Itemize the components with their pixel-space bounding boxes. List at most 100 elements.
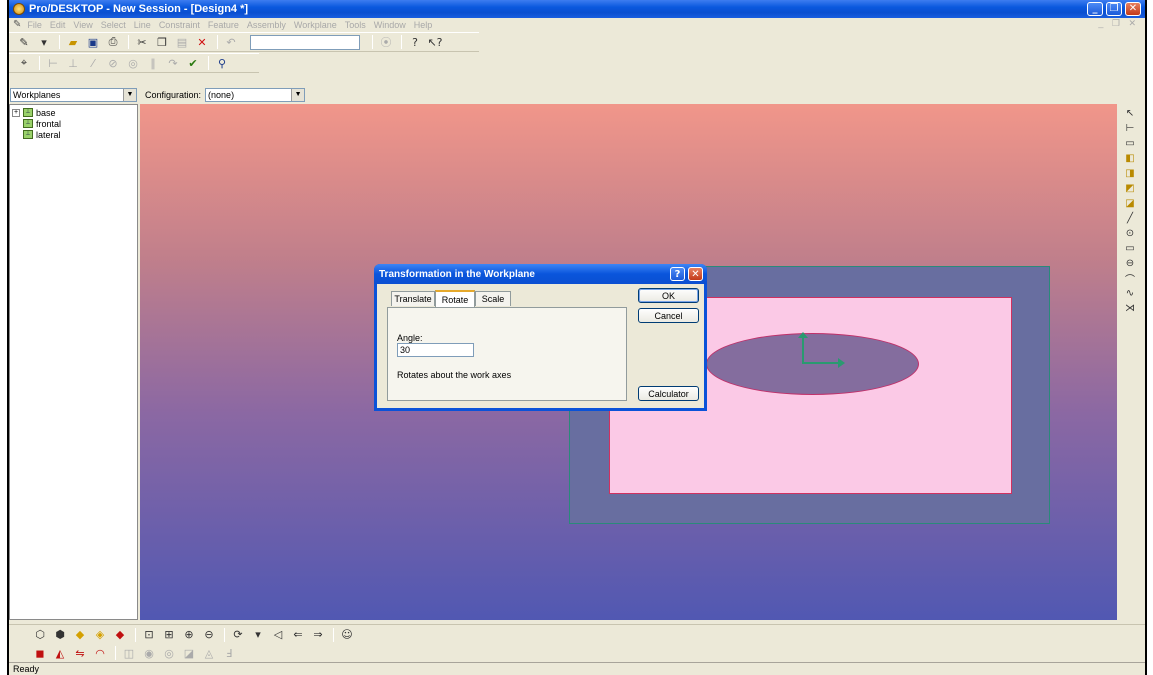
menu-tools[interactable]: Tools	[345, 20, 366, 30]
circle-tool-icon[interactable]: ⊙	[1121, 226, 1139, 241]
hole-icon[interactable]: Ⅎ	[220, 645, 238, 661]
menu-file[interactable]: File	[27, 20, 42, 30]
shaded-solid-icon[interactable]: ◈	[91, 627, 109, 643]
close-button[interactable]: ✕	[1125, 2, 1141, 16]
record-icon[interactable]: ⦿	[377, 34, 395, 50]
circle-tool-icon[interactable]: ◎	[124, 55, 142, 71]
menu-assembly[interactable]: Assembly	[247, 20, 286, 30]
render-icon[interactable]: ◆	[111, 627, 129, 643]
part-select-icon[interactable]: ◪	[1121, 196, 1139, 211]
menu-select[interactable]: Select	[101, 20, 126, 30]
title-bar[interactable]: Pro/DESKTOP - New Session - [Design4 *] …	[9, 0, 1145, 18]
workplane-select-icon[interactable]: ⊢	[1121, 121, 1139, 136]
menu-line[interactable]: Line	[134, 20, 151, 30]
delete-icon[interactable]: ✕	[193, 34, 211, 50]
tab-scale[interactable]: Scale	[475, 291, 511, 306]
menu-feature[interactable]: Feature	[208, 20, 239, 30]
rectangle-tool-icon[interactable]: ▭	[1121, 241, 1139, 256]
check-icon[interactable]: ✔	[184, 55, 202, 71]
chamfer-icon[interactable]: ◎	[160, 645, 178, 661]
search-icon[interactable]: ⚲	[213, 55, 231, 71]
constraint-icon[interactable]: ⊘	[104, 55, 122, 71]
blend-icon[interactable]: ◠	[91, 645, 109, 661]
dialog-close-button[interactable]: ✕	[688, 267, 703, 281]
undo-icon[interactable]: ↶	[222, 34, 240, 50]
line-tool-icon[interactable]: ╱	[1121, 211, 1139, 226]
smiley-icon[interactable]: ☺	[338, 627, 356, 643]
pattern-icon[interactable]: ◬	[200, 645, 218, 661]
new-workplane-icon[interactable]: ⊢	[44, 55, 62, 71]
tree-item-frontal[interactable]: ⊥ frontal	[12, 118, 135, 129]
arc-tool-icon[interactable]: ⌒	[1121, 271, 1139, 286]
help-icon[interactable]: ?	[406, 34, 424, 50]
sketch-ellipse[interactable]	[706, 333, 919, 395]
previous-view-icon[interactable]: ◁	[269, 627, 287, 643]
print-icon[interactable]: ⎙	[104, 34, 122, 50]
view-iso-icon[interactable]: ⬡	[31, 627, 49, 643]
expand-icon[interactable]: +	[12, 108, 20, 117]
extrude-icon[interactable]: ◼	[31, 645, 49, 661]
sweep-icon[interactable]: ⇋	[71, 645, 89, 661]
app-icon[interactable]	[13, 3, 25, 15]
menu-edit[interactable]: Edit	[50, 20, 66, 30]
paste-icon[interactable]: ▤	[173, 34, 191, 50]
menu-help[interactable]: Help	[414, 20, 433, 30]
shade-icon[interactable]: ◆	[71, 627, 89, 643]
tab-translate[interactable]: Translate	[391, 291, 435, 306]
dropdown-arrow-icon[interactable]: ▾	[35, 34, 53, 50]
edge-select-icon[interactable]: ◩	[1121, 181, 1139, 196]
document-menu-icon[interactable]: ✎	[13, 19, 21, 30]
calculator-button[interactable]: Calculator	[638, 386, 699, 401]
select-tool-icon[interactable]: ↖	[1121, 106, 1139, 121]
menu-constraint[interactable]: Constraint	[159, 20, 200, 30]
configuration-select[interactable]: (none) ▼	[205, 88, 306, 102]
dialog-help-button[interactable]: ?	[670, 267, 685, 281]
shell-icon[interactable]: ◫	[120, 645, 138, 661]
tree-item-lateral[interactable]: ⊥ lateral	[12, 129, 135, 140]
back-icon[interactable]: ⇐	[289, 627, 307, 643]
feature-select-icon[interactable]: ◧	[1121, 151, 1139, 166]
revolve-icon[interactable]: ◭	[51, 645, 69, 661]
sketch-tool-icon[interactable]: ✎	[15, 34, 33, 50]
menu-window[interactable]: Window	[374, 20, 406, 30]
spline-tool-icon[interactable]: ∿	[1121, 286, 1139, 301]
save-icon[interactable]: ▣	[84, 34, 102, 50]
menu-view[interactable]: View	[73, 20, 92, 30]
browser-mode-select[interactable]: Workplanes ▼	[10, 88, 137, 102]
tab-rotate[interactable]: Rotate	[435, 290, 475, 307]
angle-input[interactable]	[397, 343, 474, 357]
menu-workplane[interactable]: Workplane	[294, 20, 337, 30]
zoom-fit-icon[interactable]: ⊡	[140, 627, 158, 643]
context-help-icon[interactable]: ↖?	[426, 34, 444, 50]
forward-icon[interactable]: ⇒	[309, 627, 327, 643]
maximize-button[interactable]: ❐	[1106, 2, 1122, 16]
view-dropdown-icon[interactable]: ▾	[249, 627, 267, 643]
round-icon[interactable]: ◉	[140, 645, 158, 661]
dropdown-arrow-icon[interactable]: ▼	[291, 89, 305, 101]
tree-item-base[interactable]: + ⊥ base	[12, 107, 135, 118]
mdi-window-controls[interactable]: _ ❐ ✕	[1098, 18, 1139, 29]
rotate-view-icon[interactable]: ⟳	[229, 627, 247, 643]
trim-tool-icon[interactable]: ⋊	[1121, 301, 1139, 316]
offset-workplane-icon[interactable]: ⊥	[64, 55, 82, 71]
copy-icon[interactable]: ❐	[153, 34, 171, 50]
cut-icon[interactable]: ✂	[133, 34, 151, 50]
workplane-icon[interactable]: ⌖	[15, 55, 33, 71]
dialog-title-bar[interactable]: Transformation in the Workplane ? ✕	[374, 264, 707, 284]
zoom-window-icon[interactable]: ⊞	[160, 627, 178, 643]
cancel-button[interactable]: Cancel	[638, 308, 699, 323]
ok-button[interactable]: OK	[638, 288, 699, 303]
toolbar-text-field[interactable]	[250, 34, 360, 50]
open-icon[interactable]: ▰	[64, 34, 82, 50]
view-wire-icon[interactable]: ⬢	[51, 627, 69, 643]
draft-icon[interactable]: ◪	[180, 645, 198, 661]
line-select-icon[interactable]: ▭	[1121, 136, 1139, 151]
zoom-out-icon[interactable]: ⊖	[200, 627, 218, 643]
dropdown-arrow-icon[interactable]: ▼	[123, 89, 136, 101]
minimize-button[interactable]: _	[1087, 2, 1103, 16]
parallel-icon[interactable]: ∥	[144, 55, 162, 71]
zoom-in-icon[interactable]: ⊕	[180, 627, 198, 643]
line-icon[interactable]: ⁄	[84, 55, 102, 71]
ellipse-tool-icon[interactable]: ⊖	[1121, 256, 1139, 271]
arc-icon[interactable]: ↷	[164, 55, 182, 71]
